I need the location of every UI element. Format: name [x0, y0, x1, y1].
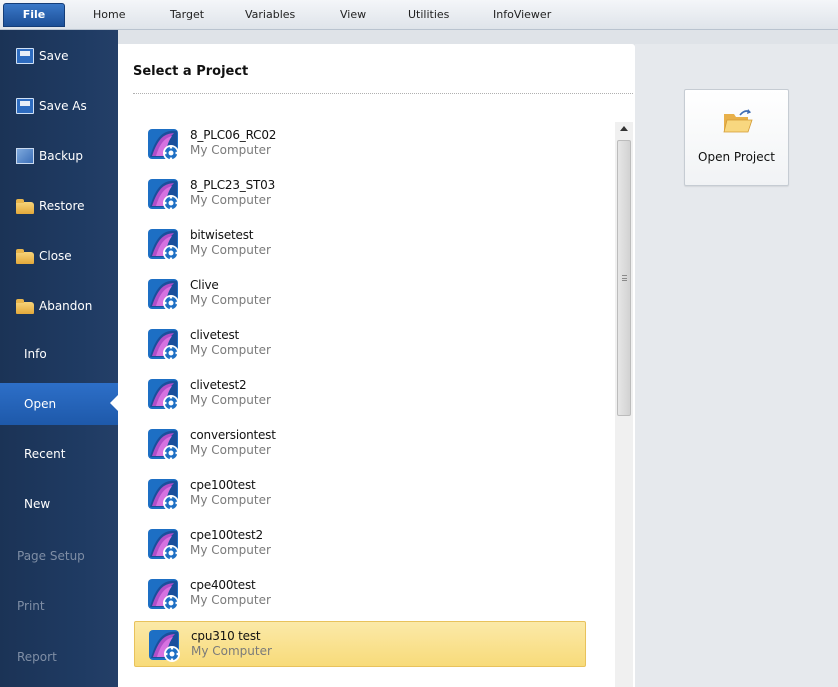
project-list-item[interactable]: 8_PLC06_RC02 My Computer: [134, 121, 586, 167]
project-icon: [147, 178, 183, 214]
close-label: Close: [39, 249, 72, 263]
project-icon: [147, 228, 183, 264]
tab-variables[interactable]: Variables: [245, 8, 295, 21]
panel-title: Select a Project: [133, 64, 249, 79]
project-location: My Computer: [190, 193, 271, 207]
project-list-item[interactable]: clivetest2 My Computer: [134, 371, 586, 417]
nav-recent[interactable]: Recent: [0, 434, 118, 474]
abandon-button[interactable]: Abandon: [0, 286, 118, 326]
folder-icon: [16, 299, 34, 314]
vertical-scrollbar[interactable]: [615, 122, 633, 687]
save-icon: [16, 98, 34, 114]
backstage-nav: Save Save As Backup Restore Close Abando…: [0, 30, 118, 687]
project-icon: [147, 328, 183, 364]
tab-utilities[interactable]: Utilities: [408, 8, 449, 21]
divider: [133, 93, 633, 94]
project-icon: [147, 528, 183, 564]
folder-open-icon: [16, 199, 34, 214]
nav-new[interactable]: New: [0, 484, 118, 524]
project-list-item[interactable]: cpu310 test My Computer: [134, 621, 586, 667]
project-list-item[interactable]: cpe100test My Computer: [134, 471, 586, 517]
backup-button[interactable]: Backup: [0, 136, 118, 176]
backup-icon: [16, 148, 34, 164]
project-icon: [147, 378, 183, 414]
nav-open[interactable]: Open: [0, 383, 118, 425]
save-as-button[interactable]: Save As: [0, 86, 118, 126]
nav-page-setup-label: Page Setup: [17, 549, 85, 563]
project-icon: [147, 478, 183, 514]
nav-info-label: Info: [24, 347, 47, 361]
project-name: clivetest2: [190, 378, 247, 392]
project-icon: [147, 278, 183, 314]
nav-report-label: Report: [17, 650, 57, 664]
project-list-item[interactable]: conversiontest My Computer: [134, 421, 586, 467]
abandon-label: Abandon: [39, 299, 93, 313]
actions-pane: Open Project: [635, 44, 838, 687]
tab-infoviewer[interactable]: InfoViewer: [493, 8, 551, 21]
project-icon: [148, 629, 184, 665]
save-as-label: Save As: [39, 99, 87, 113]
tab-view[interactable]: View: [340, 8, 366, 21]
project-list: 8_PLC06_RC02 My Computer 8_PLC23_ST03 My C…: [134, 122, 604, 687]
restore-label: Restore: [39, 199, 85, 213]
save-button[interactable]: Save: [0, 36, 118, 76]
grip-icon: [622, 275, 627, 281]
project-location: My Computer: [190, 443, 271, 457]
backup-label: Backup: [39, 149, 83, 163]
project-icon: [147, 128, 183, 164]
project-icon: [147, 578, 183, 614]
project-name: cpe100test2: [190, 528, 263, 542]
project-list-item[interactable]: clivetest My Computer: [134, 321, 586, 367]
select-project-panel: Select a Project 8_PLC06_RC02 My Computer…: [118, 44, 635, 687]
project-name: cpe400test: [190, 578, 256, 592]
nav-print-label: Print: [17, 599, 45, 613]
folder-icon: [16, 249, 34, 264]
save-icon: [16, 48, 34, 64]
nav-info[interactable]: Info: [0, 334, 118, 374]
project-list-item[interactable]: 8_PLC23_ST03 My Computer: [134, 171, 586, 217]
project-name: Clive: [190, 278, 219, 292]
open-project-label: Open Project: [698, 150, 775, 164]
project-location: My Computer: [190, 293, 271, 307]
project-name: bitwisetest: [190, 228, 254, 242]
close-button[interactable]: Close: [0, 236, 118, 276]
project-icon: [147, 428, 183, 464]
nav-recent-label: Recent: [24, 447, 66, 461]
project-name: cpe100test: [190, 478, 256, 492]
project-name: 8_PLC06_RC02: [190, 128, 277, 142]
project-list-item[interactable]: bitwisetest My Computer: [134, 221, 586, 267]
project-location: My Computer: [190, 543, 271, 557]
nav-report: Report: [0, 637, 118, 677]
selection-notch: [110, 395, 118, 411]
project-location: My Computer: [190, 393, 271, 407]
save-label: Save: [39, 49, 69, 63]
project-name: conversiontest: [190, 428, 276, 442]
scroll-thumb[interactable]: [617, 140, 631, 416]
ribbon-tab-bar: File Home Target Variables View Utilitie…: [0, 0, 838, 30]
project-location: My Computer: [190, 593, 271, 607]
project-name: clivetest: [190, 328, 239, 342]
nav-print: Print: [0, 586, 118, 626]
nav-new-label: New: [24, 497, 51, 511]
project-name: cpu310 test: [191, 629, 261, 643]
project-location: My Computer: [191, 644, 272, 658]
project-location: My Computer: [190, 243, 271, 257]
project-list-item[interactable]: cpe100test2 My Computer: [134, 521, 586, 567]
project-location: My Computer: [190, 493, 271, 507]
tab-home[interactable]: Home: [93, 8, 125, 21]
nav-page-setup: Page Setup: [0, 536, 118, 576]
tab-target[interactable]: Target: [170, 8, 204, 21]
open-project-button[interactable]: Open Project: [684, 89, 789, 186]
project-location: My Computer: [190, 343, 271, 357]
nav-open-label: Open: [24, 397, 57, 411]
project-list-item[interactable]: Clive My Computer: [134, 271, 586, 317]
tab-file[interactable]: File: [3, 3, 65, 27]
project-list-item[interactable]: cpe400test My Computer: [134, 571, 586, 617]
folder-open-icon: [723, 109, 753, 133]
project-location: My Computer: [190, 143, 271, 157]
project-name: 8_PLC23_ST03: [190, 178, 276, 192]
scroll-up-arrow-icon[interactable]: [620, 126, 628, 131]
restore-button[interactable]: Restore: [0, 186, 118, 226]
